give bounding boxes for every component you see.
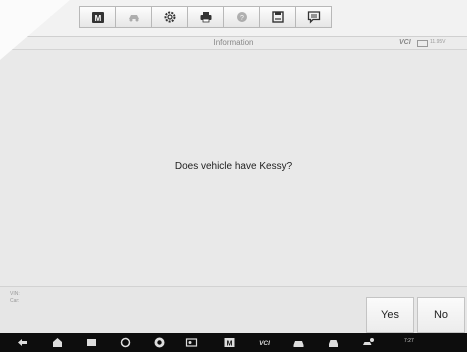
print-button[interactable] [187,6,224,28]
vci-indicator: VCI [399,39,411,46]
car-front-icon [328,340,338,347]
home-nav-button[interactable] [50,336,64,349]
vehicle-swap-icon [128,15,139,22]
message-area: Does vehicle have Kessy? [0,50,467,286]
car-label: Car: [10,298,20,304]
maxisys-app-button[interactable]: M [222,336,236,349]
message-icon [307,11,320,24]
print-icon [200,12,211,23]
app-shortcut-2[interactable] [152,336,166,349]
toolbar-buttons: M ? [79,6,332,28]
prompt-message: Does vehicle have Kessy? [174,161,293,172]
message-button[interactable] [295,6,332,28]
settings-button[interactable] [151,6,188,28]
help-icon: ? [236,12,247,22]
app-shortcut-5[interactable] [326,336,340,349]
back-icon [17,339,27,346]
camera-lens-icon [154,337,164,348]
screen-capture-icon [185,338,197,347]
page-title: Information [213,38,254,47]
battery-voltage: 11.95V [430,39,446,45]
battery-icon [417,40,428,47]
svg-text:?: ? [240,15,244,22]
save-button[interactable] [259,6,296,28]
android-home-icon [52,338,62,347]
vin-label: VIN: [10,291,20,297]
no-button[interactable]: No [417,297,465,333]
svg-text:M: M [226,341,232,348]
diagnostic-screen: Volkswagen V3.6 M ? Information VCI 11.9… [0,0,467,352]
svg-text:VCI: VCI [259,340,270,347]
vci-icon: VCI [259,340,270,347]
back-nav-button[interactable] [15,336,29,349]
camera-icon [120,337,130,348]
info-bar: Information VCI 11.95V [0,37,467,50]
car-service-icon [293,341,303,347]
recent-apps-icon [86,339,96,346]
app-shortcut-6[interactable] [361,336,375,349]
car-user-icon [362,338,374,345]
app-shortcut-1[interactable] [118,336,132,349]
save-icon [271,11,284,23]
app-shortcut-3[interactable] [184,336,198,349]
maxisys-m-icon: M [224,338,234,348]
page-corner-fold [0,0,70,60]
settings-icon [164,11,175,23]
vehicle-swap-button[interactable] [115,6,152,28]
home-button[interactable]: M [79,6,116,28]
recents-nav-button[interactable] [84,336,98,349]
yes-button[interactable]: Yes [366,297,414,333]
app-shortcut-4[interactable] [291,336,305,349]
bottom-panel: VIN: Car: Yes No [0,286,467,334]
system-clock: 7:27 [404,338,414,344]
help-button[interactable]: ? [223,6,260,28]
top-toolbar: Volkswagen V3.6 M ? [0,0,467,37]
home-icon: M [91,12,104,23]
vci-app-button[interactable]: VCI [255,336,273,349]
svg-text:M: M [94,14,101,23]
android-nav-bar: M VCI 7:27 [0,333,467,352]
